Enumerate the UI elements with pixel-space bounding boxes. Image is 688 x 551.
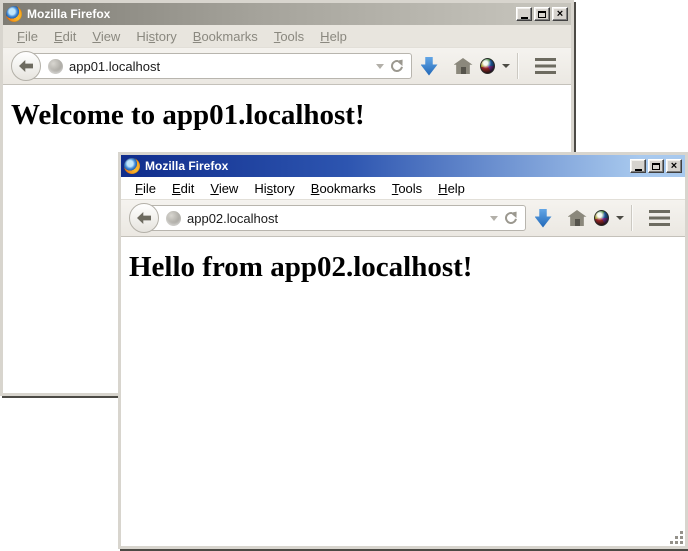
download-button[interactable] — [526, 203, 560, 233]
page-heading: Hello from app02.localhost! — [129, 251, 677, 284]
menu-button[interactable] — [641, 203, 677, 233]
url-bar[interactable]: app02.localhost — [149, 205, 526, 231]
desktop: Mozilla Firefox × File Edit View History… — [0, 0, 688, 551]
firefox-logo-icon — [124, 158, 140, 174]
menu-history[interactable]: History — [128, 27, 184, 46]
download-arrow-icon — [421, 57, 438, 76]
minimize-icon — [521, 17, 528, 19]
minimize-button[interactable] — [630, 159, 646, 173]
page-heading: Welcome to app01.localhost! — [11, 99, 563, 132]
back-arrow-icon — [137, 212, 151, 224]
download-arrow-icon — [535, 209, 552, 228]
hamburger-icon — [535, 58, 556, 74]
maximize-icon — [538, 11, 546, 18]
urlbar-dropdown-icon[interactable] — [490, 216, 498, 221]
navigation-toolbar: app02.localhost — [121, 199, 685, 237]
menu-view[interactable]: View — [84, 27, 128, 46]
close-icon: × — [671, 161, 677, 171]
menu-help[interactable]: Help — [312, 27, 355, 46]
addon-dropdown-icon — [616, 216, 624, 220]
titlebar[interactable]: Mozilla Firefox × — [3, 3, 571, 25]
maximize-button[interactable] — [648, 159, 664, 173]
menu-tools[interactable]: Tools — [384, 179, 430, 198]
menu-file[interactable]: File — [127, 179, 164, 198]
reload-button[interactable] — [504, 211, 518, 225]
addon-button[interactable] — [480, 51, 510, 81]
close-button[interactable]: × — [666, 159, 682, 173]
toolbar-separator — [631, 205, 632, 231]
back-button[interactable] — [129, 203, 159, 233]
menu-button[interactable] — [527, 51, 563, 81]
window-controls: × — [516, 7, 568, 21]
window-controls: × — [630, 159, 682, 173]
addon-lens-icon — [480, 58, 495, 74]
site-identity-globe-icon[interactable] — [166, 211, 181, 226]
reload-button[interactable] — [390, 59, 404, 73]
browser-window-app02: Mozilla Firefox × File Edit View History… — [118, 152, 688, 549]
maximize-icon — [652, 163, 660, 170]
back-button[interactable] — [11, 51, 41, 81]
minimize-icon — [635, 169, 642, 171]
menu-bar: File Edit View History Bookmarks Tools H… — [3, 25, 571, 47]
menu-bookmarks[interactable]: Bookmarks — [303, 179, 384, 198]
close-button[interactable]: × — [552, 7, 568, 21]
menu-view[interactable]: View — [202, 179, 246, 198]
toolbar-separator — [517, 53, 518, 79]
url-bar[interactable]: app01.localhost — [31, 53, 412, 79]
hamburger-icon — [649, 210, 670, 226]
home-icon — [454, 58, 473, 74]
menu-bar: File Edit View History Bookmarks Tools H… — [121, 177, 685, 199]
addon-lens-icon — [594, 210, 609, 226]
titlebar[interactable]: Mozilla Firefox × — [121, 155, 685, 177]
addon-button[interactable] — [594, 203, 624, 233]
home-button[interactable] — [560, 203, 594, 233]
resize-grip-icon[interactable] — [680, 541, 683, 544]
menu-history[interactable]: History — [246, 179, 302, 198]
menu-bookmarks[interactable]: Bookmarks — [185, 27, 266, 46]
page-content: Hello from app02.localhost! — [121, 237, 685, 546]
url-text: app01.localhost — [69, 59, 370, 74]
menu-file[interactable]: File — [9, 27, 46, 46]
addon-dropdown-icon — [502, 64, 510, 68]
url-text: app02.localhost — [187, 211, 484, 226]
window-title: Mozilla Firefox — [145, 159, 228, 173]
back-arrow-icon — [19, 60, 33, 72]
close-icon: × — [557, 9, 563, 19]
maximize-button[interactable] — [534, 7, 550, 21]
home-icon — [568, 210, 587, 226]
window-title: Mozilla Firefox — [27, 7, 110, 21]
home-button[interactable] — [446, 51, 480, 81]
menu-edit[interactable]: Edit — [46, 27, 84, 46]
menu-help[interactable]: Help — [430, 179, 473, 198]
site-identity-globe-icon[interactable] — [48, 59, 63, 74]
menu-tools[interactable]: Tools — [266, 27, 312, 46]
urlbar-dropdown-icon[interactable] — [376, 64, 384, 69]
menu-edit[interactable]: Edit — [164, 179, 202, 198]
navigation-toolbar: app01.localhost — [3, 47, 571, 85]
minimize-button[interactable] — [516, 7, 532, 21]
download-button[interactable] — [412, 51, 446, 81]
firefox-logo-icon — [6, 6, 22, 22]
